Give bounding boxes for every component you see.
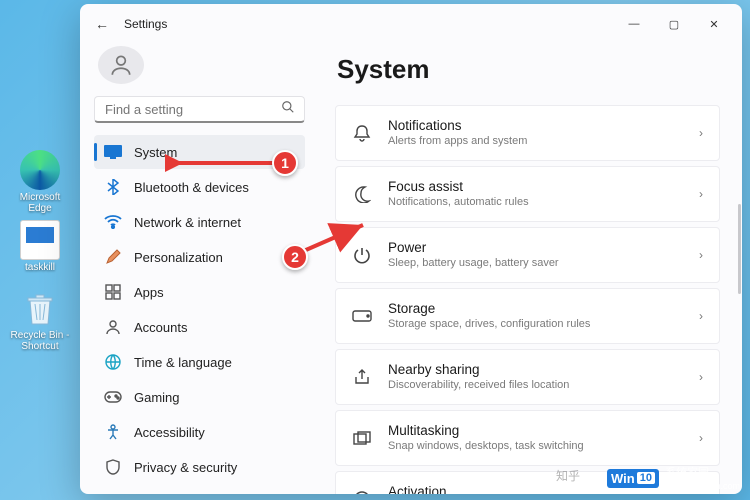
window-title: Settings	[124, 17, 167, 31]
power-icon	[352, 245, 372, 265]
card-sub: Snap windows, desktops, task switching	[388, 440, 683, 453]
nav-label: Bluetooth & devices	[134, 180, 249, 195]
close-button[interactable]: ✕	[694, 9, 734, 39]
nav-item-network[interactable]: Network & internet	[94, 205, 305, 239]
minimize-button[interactable]: —	[614, 9, 654, 39]
scrollbar[interactable]	[738, 204, 741, 294]
gaming-icon	[104, 388, 122, 406]
nav-item-personalization[interactable]: Personalization	[94, 240, 305, 274]
globe-icon	[104, 353, 122, 371]
card-sub: Storage space, drives, configuration rul…	[388, 318, 683, 331]
nav-label: Privacy & security	[134, 460, 237, 475]
titlebar[interactable]: ← Settings — ▢ ✕	[80, 4, 742, 44]
card-sub: Discoverability, received files location	[388, 379, 683, 392]
callout-2: 2	[282, 244, 308, 270]
settings-list: NotificationsAlerts from apps and system…	[335, 105, 720, 494]
search-icon	[281, 100, 295, 119]
back-button[interactable]: ←	[88, 10, 116, 38]
wifi-icon	[104, 213, 122, 231]
search-box[interactable]	[94, 96, 305, 123]
nav-item-gaming[interactable]: Gaming	[94, 380, 305, 414]
desktop-icon-label: taskkill	[10, 262, 70, 273]
card-focus-assist[interactable]: Focus assistNotifications, automatic rul…	[335, 166, 720, 222]
desktop-icon-edge[interactable]: Microsoft Edge	[10, 150, 70, 214]
card-sub: Notifications, automatic rules	[388, 196, 683, 209]
nav-item-time-language[interactable]: Time & language	[94, 345, 305, 379]
check-icon	[352, 489, 372, 494]
watermark: Win10 系统家园www.qdhuajin.com	[607, 464, 740, 492]
chevron-right-icon: ›	[699, 431, 703, 445]
system-icon	[104, 143, 122, 161]
card-notifications[interactable]: NotificationsAlerts from apps and system…	[335, 105, 720, 161]
file-icon	[20, 220, 60, 260]
accessibility-icon	[104, 423, 122, 441]
nav-label: Accounts	[134, 320, 187, 335]
chevron-right-icon: ›	[699, 309, 703, 323]
card-sub: Sleep, battery usage, battery saver	[388, 257, 683, 270]
nav-item-accessibility[interactable]: Accessibility	[94, 415, 305, 449]
shield-icon	[104, 458, 122, 476]
maximize-button[interactable]: ▢	[654, 9, 694, 39]
nav-item-privacy[interactable]: Privacy & security	[94, 450, 305, 484]
nav-label: Personalization	[134, 250, 223, 265]
edge-icon	[20, 150, 60, 190]
page-title: System	[337, 54, 720, 85]
nav-label: Apps	[134, 285, 164, 300]
share-icon	[352, 367, 372, 387]
storage-icon	[352, 306, 372, 326]
nav-item-bluetooth[interactable]: Bluetooth & devices	[94, 170, 305, 204]
person-icon	[104, 318, 122, 336]
card-title: Notifications	[388, 118, 683, 134]
watermark-logo: Win10	[607, 469, 659, 488]
main-panel: System NotificationsAlerts from apps and…	[315, 44, 742, 494]
nav-label: Time & language	[134, 355, 232, 370]
card-title: Multitasking	[388, 423, 683, 439]
callout-1: 1	[272, 150, 298, 176]
card-sub: Alerts from apps and system	[388, 135, 683, 148]
moon-icon	[352, 184, 372, 204]
recycle-bin-icon	[20, 288, 60, 328]
card-title: Power	[388, 240, 683, 256]
avatar[interactable]	[98, 46, 144, 84]
search-input[interactable]	[105, 102, 281, 117]
bluetooth-icon	[104, 178, 122, 196]
card-title: Storage	[388, 301, 683, 317]
apps-icon	[104, 283, 122, 301]
desktop-icon-label: Recycle Bin - Shortcut	[10, 330, 70, 352]
chevron-right-icon: ›	[699, 126, 703, 140]
chevron-right-icon: ›	[699, 370, 703, 384]
desktop-icon-recycle-bin[interactable]: Recycle Bin - Shortcut	[10, 288, 70, 352]
card-multitasking[interactable]: MultitaskingSnap windows, desktops, task…	[335, 410, 720, 466]
sidebar: System Bluetooth & devices Network & int…	[80, 44, 315, 494]
desktop-icon-label: Microsoft Edge	[10, 192, 70, 214]
card-storage[interactable]: StorageStorage space, drives, configurat…	[335, 288, 720, 344]
brush-icon	[104, 248, 122, 266]
nav-label: Gaming	[134, 390, 180, 405]
watermark-zhihu: 知乎	[556, 467, 580, 484]
bell-icon	[352, 123, 372, 143]
nav-label: System	[134, 145, 177, 160]
card-power[interactable]: PowerSleep, battery usage, battery saver…	[335, 227, 720, 283]
settings-window: ← Settings — ▢ ✕ System Bluetooth & d	[80, 4, 742, 494]
nav-item-apps[interactable]: Apps	[94, 275, 305, 309]
nav-label: Accessibility	[134, 425, 205, 440]
nav-item-accounts[interactable]: Accounts	[94, 310, 305, 344]
chevron-right-icon: ›	[699, 492, 703, 494]
multitask-icon	[352, 428, 372, 448]
card-nearby-sharing[interactable]: Nearby sharingDiscoverability, received …	[335, 349, 720, 405]
card-title: Focus assist	[388, 179, 683, 195]
chevron-right-icon: ›	[699, 187, 703, 201]
nav-list: System Bluetooth & devices Network & int…	[94, 135, 305, 484]
card-title: Nearby sharing	[388, 362, 683, 378]
desktop-icon-taskkill[interactable]: taskkill	[10, 220, 70, 273]
chevron-right-icon: ›	[699, 248, 703, 262]
nav-label: Network & internet	[134, 215, 241, 230]
